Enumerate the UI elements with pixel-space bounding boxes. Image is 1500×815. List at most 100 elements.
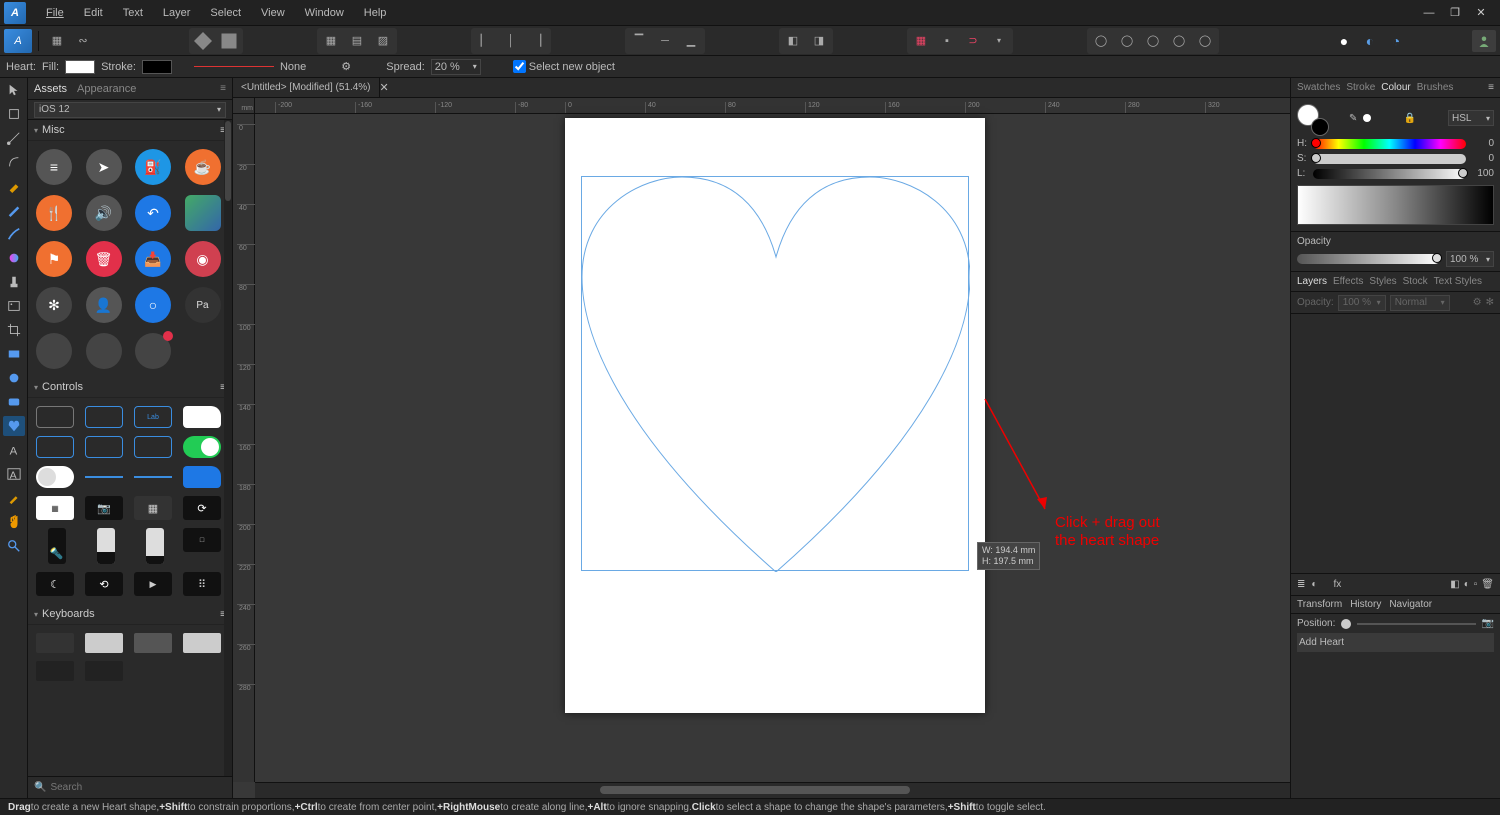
doc-tab-close-icon[interactable]: ✕ [380,81,389,94]
asset-delete-icon[interactable]: 🗑 [86,241,122,277]
fill-swatch[interactable] [65,60,95,74]
align-middle-icon[interactable]: ─ [653,30,677,52]
ctrl-keypad[interactable]: ▦ [36,496,74,520]
align-top-icon[interactable]: ▔ [627,30,651,52]
kbd-1[interactable] [36,633,74,653]
history-item[interactable]: Add Heart [1297,633,1494,652]
op-combine-icon[interactable]: ◯ [1193,30,1217,52]
canvas-h-scrollbar[interactable] [255,782,1290,798]
ctrl-tag[interactable] [183,466,221,488]
snapping-grid-icon[interactable]: ▦ [909,30,933,52]
asset-avatar-icon[interactable]: 👤 [86,287,122,323]
ctrl-field-5[interactable] [134,436,172,458]
stroke-swatch[interactable] [142,60,172,74]
layers-fx-icon[interactable]: fx [1333,579,1341,590]
ctrl-field-2[interactable] [85,406,123,428]
assets-section-misc[interactable]: ▾Misc≡ [28,120,232,141]
link-icon[interactable]: ∾ [71,30,95,52]
menu-edit[interactable]: Edit [74,3,113,23]
select-new-object-checkbox[interactable]: Select new object [513,60,615,73]
ctrl-calc[interactable]: ▦ [134,496,172,520]
gradient-preview[interactable] [1297,185,1494,225]
eyedropper-tool[interactable] [3,488,25,508]
tab-colour[interactable]: Colour [1381,82,1410,93]
ctrl-timer[interactable]: ⟳ [183,496,221,520]
ctrl-moon[interactable]: ☾ [36,572,74,596]
op-subtract-icon[interactable]: ◯ [1115,30,1139,52]
asset-food-icon[interactable]: 🍴 [36,195,72,231]
assets-section-keyboards[interactable]: ▾Keyboards≡ [28,604,232,625]
transparency-tool[interactable] [3,272,25,292]
view-mode-fill-icon[interactable]: ● [1332,30,1356,52]
brush-tool[interactable] [3,224,25,244]
window-minimize-icon[interactable]: — [1420,5,1438,21]
asset-flag-icon[interactable]: ⚑ [36,241,72,277]
ctrl-field-1[interactable] [36,406,74,428]
hue-slider[interactable]: H: 0 [1297,138,1494,149]
asset-gradient-icon[interactable] [185,195,221,231]
ctrl-rotate[interactable]: ⟲ [85,572,123,596]
ctrl-camera[interactable]: 📷 [85,496,123,520]
rectangle-tool[interactable] [3,344,25,364]
layer-star-icon[interactable]: ✻ [1486,297,1494,308]
insert-inside-icon[interactable]: ◧ [781,30,805,52]
ctrl-field-4[interactable] [85,436,123,458]
history-camera-icon[interactable]: 📷 [1482,618,1494,629]
layer-gear-icon[interactable]: ⚙ [1473,297,1482,308]
layers-stack-icon[interactable]: ≣ [1297,579,1305,590]
profile-icon[interactable] [1472,30,1496,52]
ctrl-line-1[interactable] [85,476,123,478]
text-tool[interactable]: A [3,440,25,460]
tab-history[interactable]: History [1350,599,1381,610]
history-slider-dot[interactable] [1341,619,1351,629]
window-close-icon[interactable]: ✕ [1472,5,1490,21]
ctrl-line-2[interactable] [134,476,172,478]
menu-layer[interactable]: Layer [153,3,201,23]
eyedropper-icon[interactable]: ✎ [1349,113,1357,124]
asset-fuel-icon[interactable]: ⛽ [135,149,171,185]
ellipse-tool[interactable] [3,368,25,388]
ctrl-flashlight[interactable]: 🔦 [48,528,66,564]
snap-guides-icon[interactable]: ▨ [371,30,395,52]
kbd-3[interactable] [134,633,172,653]
tab-transform[interactable]: Transform [1297,599,1342,610]
menu-text[interactable]: Text [113,3,153,23]
ctrl-screen[interactable]: □ [183,528,221,552]
new-mask-icon[interactable]: ◧ [1450,579,1459,590]
opacity-dropdown[interactable]: 100 %▾ [1446,251,1494,267]
right-top-opts-icon[interactable]: ≡ [1488,82,1494,93]
snapping-pixel-icon[interactable]: ▪ [935,30,959,52]
window-restore-icon[interactable]: ❐ [1446,5,1464,21]
ctrl-switch-on[interactable] [183,436,221,458]
lock-icon[interactable]: 🔒 [1403,113,1415,124]
move-tool[interactable] [3,80,25,100]
ctrl-switch-off[interactable] [36,466,74,488]
lum-slider[interactable]: L: 100 [1297,168,1494,179]
ctrl-slider-1[interactable] [97,528,115,564]
align-left-icon[interactable]: ▏ [473,30,497,52]
asset-phone2-icon[interactable] [86,333,122,369]
menu-view[interactable]: View [251,3,295,23]
fill-tool[interactable] [3,248,25,268]
tab-stroke[interactable]: Stroke [1346,82,1375,93]
zoom-tool[interactable] [3,536,25,556]
delete-layer-icon[interactable]: 🗑 [1481,579,1494,590]
crop-tool[interactable] [3,320,25,340]
pixel-persona-icon[interactable] [217,30,241,52]
place-tool[interactable] [3,296,25,316]
tab-textstyles[interactable]: Text Styles [1434,276,1482,287]
asset-applepay-icon[interactable]: Pa [185,287,221,323]
ctrl-label[interactable]: Lab [134,406,172,428]
kbd-2[interactable] [85,633,123,653]
assets-search[interactable]: 🔍Search [28,776,232,798]
layer-blend-dropdown[interactable]: Normal▾ [1390,295,1450,311]
spread-dropdown[interactable]: 20 %▾ [431,59,481,75]
designer-persona-icon[interactable] [191,30,215,52]
new-layer-icon[interactable]: ▫ [1474,579,1478,590]
align-bottom-icon[interactable]: ▁ [679,30,703,52]
stroke-width-preview[interactable] [194,66,274,67]
align-right-icon[interactable]: ▕ [525,30,549,52]
pen-tool[interactable] [3,176,25,196]
tab-effects[interactable]: Effects [1333,276,1363,287]
op-divide-icon[interactable]: ◯ [1167,30,1191,52]
